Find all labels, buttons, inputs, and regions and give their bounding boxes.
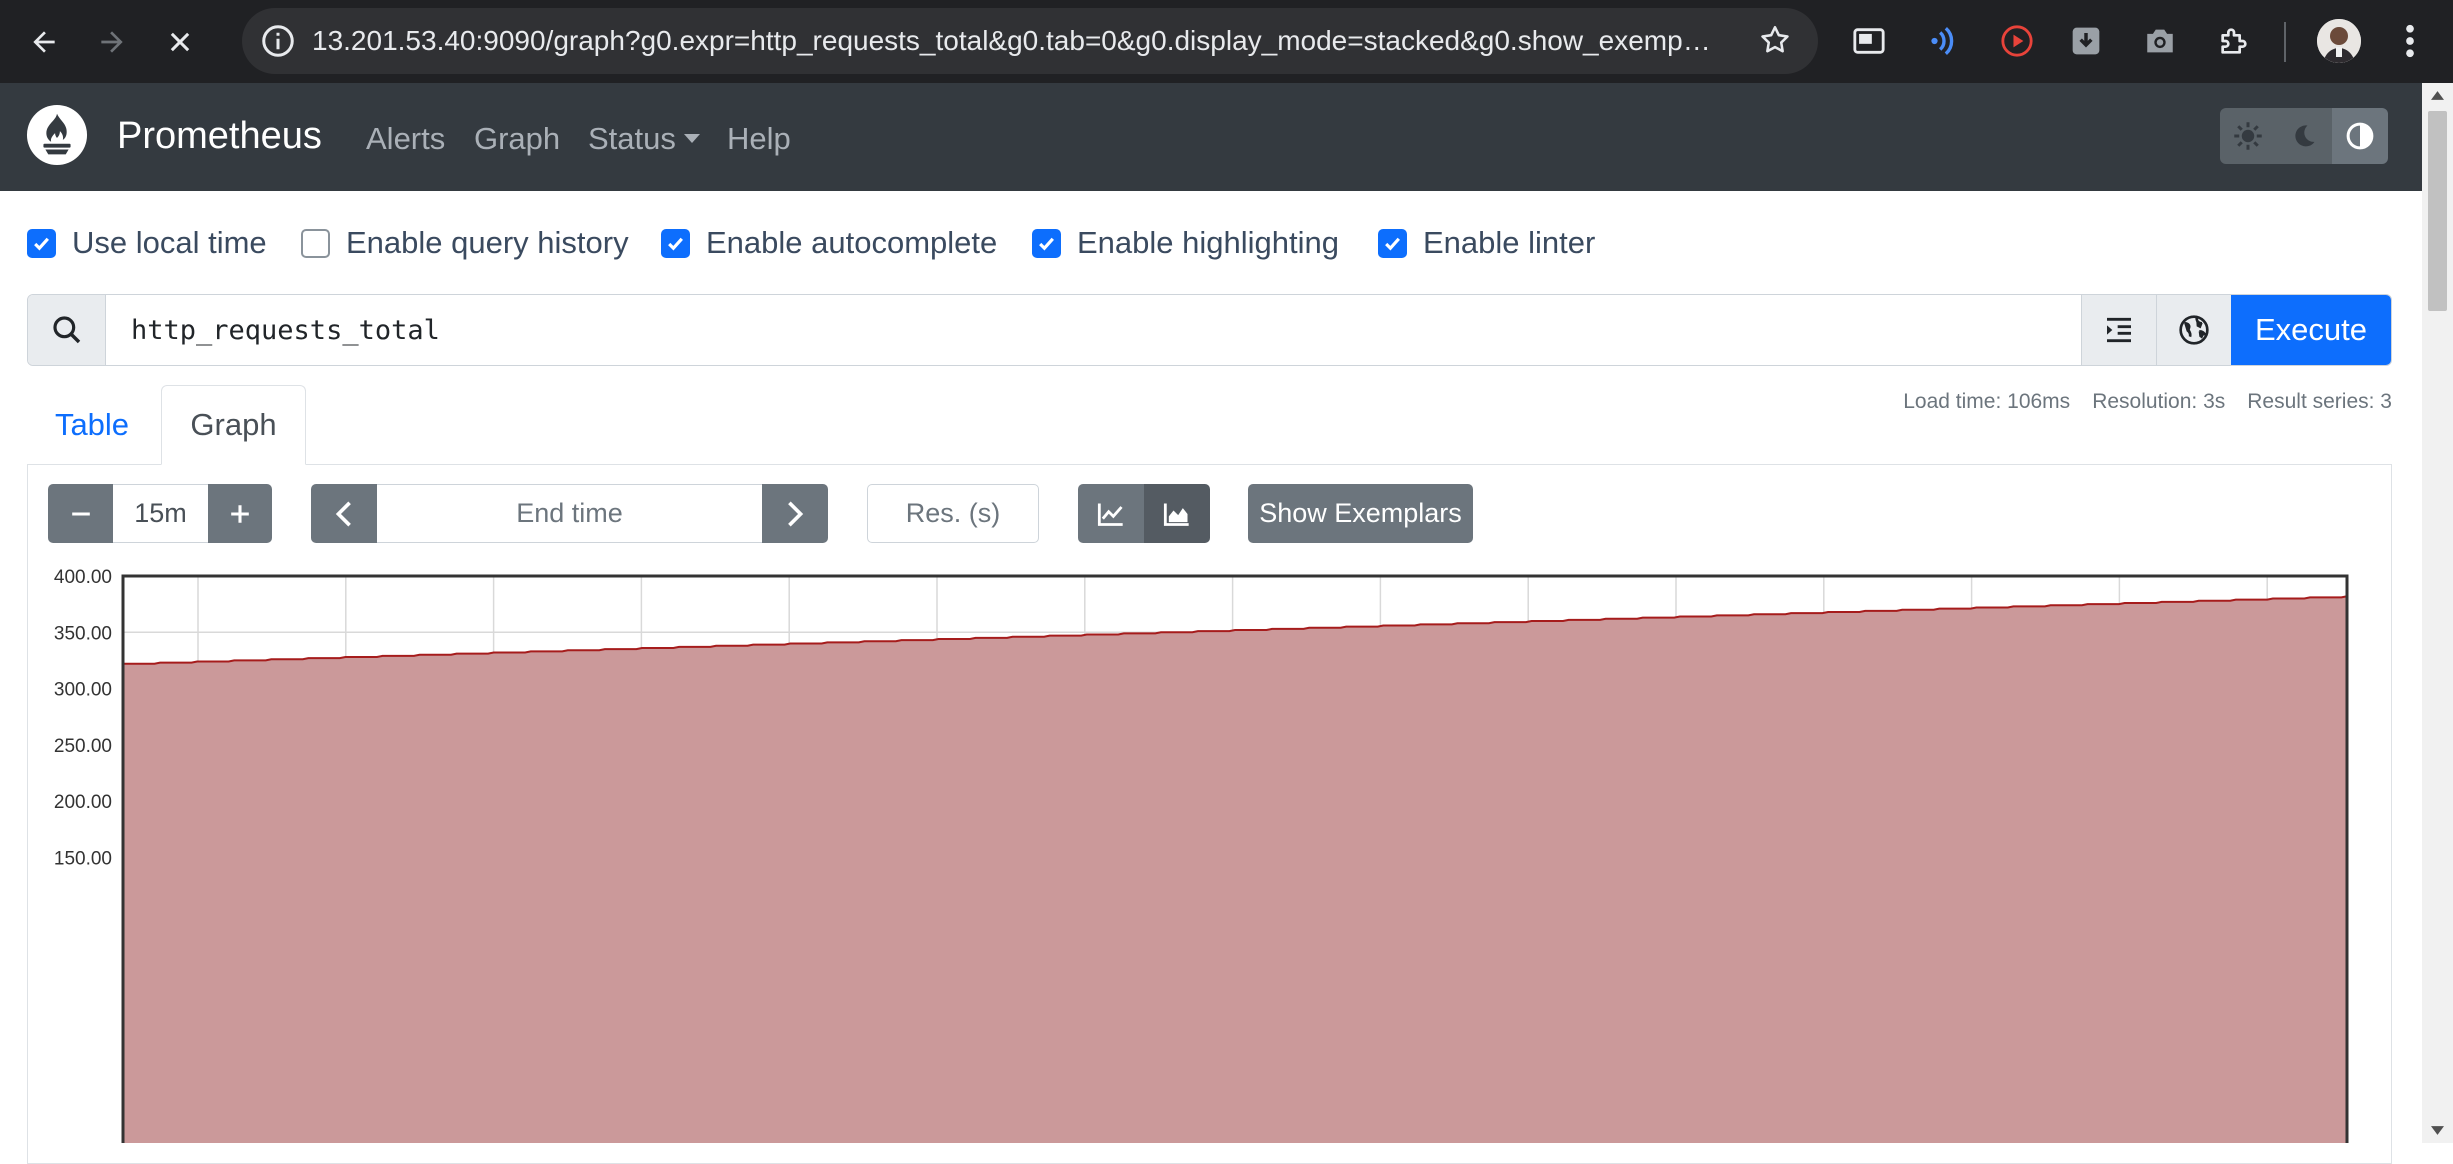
page-scrollbar[interactable] — [2422, 83, 2453, 1143]
minus-icon — [71, 511, 90, 516]
end-time-back-button[interactable] — [311, 484, 377, 543]
profile-avatar[interactable] — [2317, 19, 2361, 63]
tab-table[interactable]: Table — [27, 385, 157, 465]
back-arrow-icon[interactable] — [16, 14, 72, 70]
y-tick-label: 250.00 — [54, 736, 112, 757]
line-chart-icon — [1097, 503, 1123, 526]
theme-switcher — [2220, 108, 2388, 164]
increase-range-button[interactable] — [208, 484, 272, 543]
resolution-stat: Resolution: 3s — [2092, 390, 2226, 413]
extensions-puzzle-icon[interactable] — [2213, 20, 2255, 62]
nav-link-status-label: Status — [588, 121, 676, 156]
search-icon — [28, 295, 106, 365]
url-text[interactable]: 13.201.53.40:9090/graph?g0.expr=http_req… — [312, 25, 1712, 57]
prometheus-logo-icon[interactable] — [26, 104, 88, 166]
enable-linter-checkbox[interactable] — [1378, 228, 1407, 258]
enable-autocomplete-label[interactable]: Enable autocomplete — [706, 225, 997, 261]
load-time-stat: Load time: 106ms — [1903, 390, 2071, 413]
use-local-time-checkbox[interactable] — [27, 228, 56, 258]
brand-title[interactable]: Prometheus — [117, 115, 322, 158]
enable-highlighting-label[interactable]: Enable highlighting — [1077, 225, 1339, 261]
browser-toolbar: 13.201.53.40:9090/graph?g0.expr=http_req… — [0, 0, 2453, 83]
series-area-fill[interactable] — [123, 596, 2347, 1143]
toolbar-divider — [2284, 22, 2286, 62]
picture-in-picture-icon[interactable] — [1848, 20, 1890, 62]
prometheus-navbar: Prometheus Alerts Graph Status Help — [0, 83, 2422, 191]
stacked-area-chart-button[interactable] — [1144, 484, 1210, 543]
browser-menu-icon[interactable] — [2395, 20, 2425, 67]
resolution-input[interactable]: Res. (s) — [867, 484, 1039, 543]
site-info-icon[interactable] — [260, 23, 296, 59]
range-input[interactable]: 15m — [113, 484, 208, 543]
option-use-local-time[interactable]: Use local time — [27, 225, 267, 261]
expression-input[interactable]: http_requests_total — [106, 295, 2081, 365]
nav-link-status[interactable]: Status — [588, 121, 700, 157]
use-local-time-label[interactable]: Use local time — [72, 225, 267, 261]
scrollbar-thumb[interactable] — [2428, 111, 2447, 311]
scroll-up-arrow-icon[interactable] — [2431, 91, 2444, 100]
query-stats: Load time: 106ms Resolution: 3s Result ser… — [1881, 390, 2392, 414]
option-enable-autocomplete[interactable]: Enable autocomplete — [661, 225, 997, 261]
area-chart-icon — [1163, 503, 1189, 526]
screen-recorder-icon[interactable] — [1996, 20, 2038, 62]
chevron-left-icon — [335, 501, 351, 526]
y-tick-label: 400.00 — [54, 567, 112, 588]
time-series-chart[interactable]: 400.00 350.00 300.00 250.00 200.00 150.00 — [0, 560, 2420, 1143]
nav-link-alerts[interactable]: Alerts — [366, 121, 445, 157]
wifi-extension-icon[interactable] — [1922, 20, 1964, 62]
plus-icon — [231, 504, 249, 523]
option-enable-linter[interactable]: Enable linter — [1378, 225, 1595, 261]
enable-query-history-label[interactable]: Enable query history — [346, 225, 629, 261]
nav-link-graph[interactable]: Graph — [474, 121, 560, 157]
y-tick-label: 300.00 — [54, 680, 112, 701]
camera-icon[interactable] — [2139, 20, 2181, 62]
address-bar[interactable]: 13.201.53.40:9090/graph?g0.expr=http_req… — [242, 8, 1818, 74]
option-enable-query-history[interactable]: Enable query history — [301, 225, 629, 261]
chart-series[interactable] — [123, 595, 2348, 1143]
stop-loading-icon[interactable] — [152, 14, 208, 70]
nav-link-help[interactable]: Help — [727, 121, 791, 157]
y-tick-label: 200.00 — [54, 792, 112, 813]
enable-linter-label[interactable]: Enable linter — [1423, 225, 1595, 261]
y-tick-label: 150.00 — [54, 848, 112, 869]
metrics-explorer-globe-icon[interactable] — [2156, 295, 2231, 365]
download-icon[interactable] — [2065, 20, 2107, 62]
enable-query-history-checkbox[interactable] — [301, 228, 330, 258]
format-expression-icon[interactable] — [2081, 295, 2156, 365]
end-time-input[interactable]: End time — [377, 484, 762, 543]
bookmark-star-icon[interactable] — [1758, 23, 1792, 57]
forward-arrow-icon[interactable] — [84, 14, 140, 70]
result-series-stat: Result series: 3 — [2247, 390, 2392, 413]
auto-theme-contrast-icon[interactable] — [2332, 108, 2388, 164]
chevron-right-icon — [788, 501, 804, 526]
option-enable-highlighting[interactable]: Enable highlighting — [1032, 225, 1339, 261]
y-tick-label: 350.00 — [54, 623, 112, 644]
enable-highlighting-checkbox[interactable] — [1032, 228, 1061, 258]
unstacked-line-chart-button[interactable] — [1078, 484, 1144, 543]
y-axis-ticks: 400.00 350.00 300.00 250.00 200.00 150.00 — [54, 567, 112, 869]
light-theme-sun-icon[interactable] — [2220, 108, 2276, 164]
scroll-down-arrow-icon[interactable] — [2431, 1126, 2444, 1135]
show-exemplars-button[interactable]: Show Exemplars — [1248, 484, 1473, 543]
tab-graph[interactable]: Graph — [161, 385, 306, 465]
enable-autocomplete-checkbox[interactable] — [661, 228, 690, 258]
status-caret-icon — [683, 134, 700, 143]
end-time-forward-button[interactable] — [762, 484, 828, 543]
expression-bar: http_requests_total Execute — [27, 294, 2392, 366]
dark-theme-moon-icon[interactable] — [2276, 108, 2332, 164]
execute-button[interactable]: Execute — [2231, 295, 2391, 365]
decrease-range-button[interactable] — [48, 484, 113, 543]
